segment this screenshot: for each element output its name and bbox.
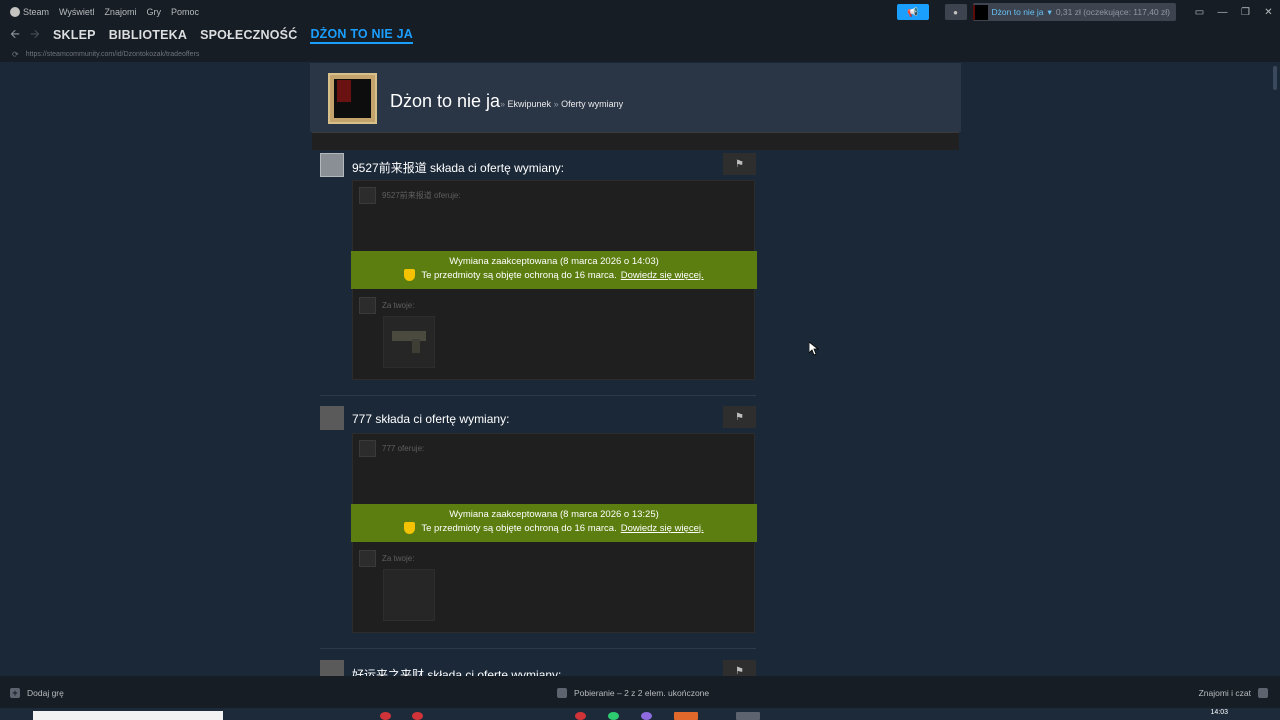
nav-community[interactable]: SPOŁECZNOŚĆ: [200, 28, 297, 42]
item-slot[interactable]: [383, 569, 435, 621]
your-items-header: Za twoje:: [359, 297, 414, 314]
accepted-status: Wymiana zaakceptowana (8 marca 2026 o 14…: [449, 256, 659, 267]
protection-text: Te przedmioty są objęte ochroną do 16 ma…: [421, 269, 617, 281]
forward-arrow-icon[interactable]: 🡪: [26, 25, 44, 46]
profile-name[interactable]: Dżon to nie ja: [390, 91, 500, 112]
scrollbar[interactable]: [1270, 62, 1280, 676]
steam-navbar: 🡨 🡪 SKLEP BIBLIOTEKA SPOŁECZNOŚĆ DŻON TO…: [0, 24, 1280, 46]
url-text[interactable]: https://steamcommunity.com/id/Dzontokoza…: [26, 51, 200, 58]
header-strip: [312, 132, 959, 150]
friends-chat-button[interactable]: Znajomi i czat: [1199, 688, 1268, 698]
profile-header: Dżon to nie ja » Ekwipunek » Oferty wymi…: [310, 63, 961, 132]
report-button[interactable]: ⚑: [723, 406, 756, 428]
nav-library[interactable]: BIBLIOTEKA: [109, 28, 187, 42]
big-picture-icon[interactable]: ▭: [1188, 7, 1211, 18]
learn-more-link[interactable]: Dowiedz się więcej.: [621, 523, 704, 534]
broadcast-button[interactable]: 📢: [896, 4, 929, 20]
breadcrumb-trade-offers[interactable]: Oferty wymiany: [561, 99, 623, 109]
reload-icon[interactable]: ⟳: [12, 50, 19, 59]
breadcrumb: » Ekwipunek » Oferty wymiany: [500, 99, 624, 109]
steam-footer: + Dodaj grę Pobieranie – 2 z 2 elem. uko…: [0, 676, 1280, 708]
app-icon[interactable]: [380, 712, 391, 720]
app-icon[interactable]: [674, 712, 698, 720]
menu-view[interactable]: Wyświetl: [59, 7, 94, 17]
megaphone-icon: 📢: [906, 6, 919, 17]
nav-profile[interactable]: DŻON TO NIE JA: [310, 27, 414, 44]
back-arrow-icon[interactable]: 🡨: [6, 25, 24, 46]
nav-store[interactable]: SKLEP: [53, 28, 96, 42]
menu-friends[interactable]: Znajomi: [104, 7, 136, 17]
app-icon[interactable]: [412, 712, 423, 720]
menu-steam[interactable]: Steam: [23, 7, 49, 17]
account-balance: 0,31 zł (oczekujące: 117,40 zł): [1055, 7, 1170, 17]
taskbar-search[interactable]: [33, 711, 223, 720]
report-button[interactable]: ⚑: [723, 660, 756, 676]
bell-icon: ●: [953, 7, 958, 17]
app-icon[interactable]: [641, 712, 652, 720]
offer-title: 好运来之来财 składa ci ofertę wymiany:: [352, 668, 562, 676]
shield-icon: [404, 269, 416, 281]
partner-mini-avatar: [359, 187, 376, 204]
breadcrumb-inventory[interactable]: Ekwipunek: [508, 99, 552, 109]
steam-menubar: Steam Wyświetl Znajomi Gry Pomoc 📢 ● Dżo…: [0, 0, 1280, 24]
trade-offer: 9527前来报道 składa ci ofertę wymiany: ⚑ 952…: [320, 153, 757, 383]
their-items-header: 777 oferuje:: [359, 440, 424, 457]
url-bar: ⟳ https://steamcommunity.com/id/Dzontoko…: [0, 46, 1280, 62]
app-icon[interactable]: [608, 712, 619, 720]
menu-games[interactable]: Gry: [146, 7, 161, 17]
your-items-header: Za twoje:: [359, 550, 414, 567]
trade-offers-page: Dżon to nie ja » Ekwipunek » Oferty wymi…: [0, 62, 1270, 676]
offer-title: 777 składa ci ofertę wymiany:: [352, 412, 510, 426]
maximize-icon[interactable]: ❐: [1234, 7, 1257, 18]
add-game-button[interactable]: + Dodaj grę: [10, 688, 64, 698]
accepted-status: Wymiana zaakceptowana (8 marca 2026 o 13…: [449, 509, 659, 520]
menu-help[interactable]: Pomoc: [171, 7, 199, 17]
shield-icon: [404, 522, 416, 534]
os-taskbar: 14:03: [0, 708, 1280, 720]
sender-avatar[interactable]: [320, 660, 344, 676]
accepted-banner: Wymiana zaakceptowana (8 marca 2026 o 13…: [351, 504, 757, 542]
flag-icon: ⚑: [735, 158, 744, 170]
app-icon[interactable]: [575, 712, 586, 720]
downloads-status[interactable]: Pobieranie – 2 z 2 elem. ukończone: [557, 688, 709, 698]
pistol-icon: [392, 331, 426, 341]
friends-icon: [1258, 688, 1268, 698]
scrollbar-thumb[interactable]: [1273, 66, 1277, 90]
taskbar-clock: 14:03: [1210, 709, 1228, 716]
steam-taskbar-icon[interactable]: [736, 712, 760, 720]
steam-logo-icon: [10, 7, 20, 17]
close-icon[interactable]: ✕: [1257, 7, 1280, 18]
protection-text: Te przedmioty są objęte ochroną do 16 ma…: [421, 522, 617, 534]
learn-more-link[interactable]: Dowiedz się więcej.: [621, 270, 704, 281]
download-icon: [557, 688, 567, 698]
their-items-header: 9527前来报道 oferuje:: [359, 187, 461, 204]
account-name: Dżon to nie ja: [991, 7, 1044, 17]
your-mini-avatar: [359, 297, 376, 314]
sender-avatar[interactable]: [320, 153, 344, 177]
notifications-button[interactable]: ●: [944, 4, 967, 20]
offer-divider: [320, 648, 756, 649]
flag-icon: ⚑: [735, 411, 744, 423]
offer-title: 9527前来报道 składa ci ofertę wymiany:: [352, 161, 565, 175]
report-button[interactable]: ⚑: [723, 153, 756, 175]
account-avatar: [972, 4, 988, 20]
sender-avatar[interactable]: [320, 406, 344, 430]
chevron-down-icon: ▾: [1047, 6, 1052, 17]
plus-icon: +: [10, 688, 20, 698]
trade-offer: 好运来之来财 składa ci ofertę wymiany: ⚑: [320, 660, 756, 676]
accepted-banner: Wymiana zaakceptowana (8 marca 2026 o 14…: [351, 251, 757, 289]
your-mini-avatar: [359, 550, 376, 567]
item-slot[interactable]: [383, 316, 435, 368]
flag-icon: ⚑: [735, 665, 744, 677]
partner-mini-avatar: [359, 440, 376, 457]
profile-avatar[interactable]: [328, 73, 377, 124]
minimize-icon[interactable]: —: [1211, 7, 1234, 18]
offer-divider: [320, 395, 756, 396]
account-menu[interactable]: Dżon to nie ja ▾ 0,31 zł (oczekujące: 11…: [972, 3, 1176, 21]
trade-offer: 777 składa ci ofertę wymiany: ⚑ 777 ofer…: [320, 406, 757, 636]
